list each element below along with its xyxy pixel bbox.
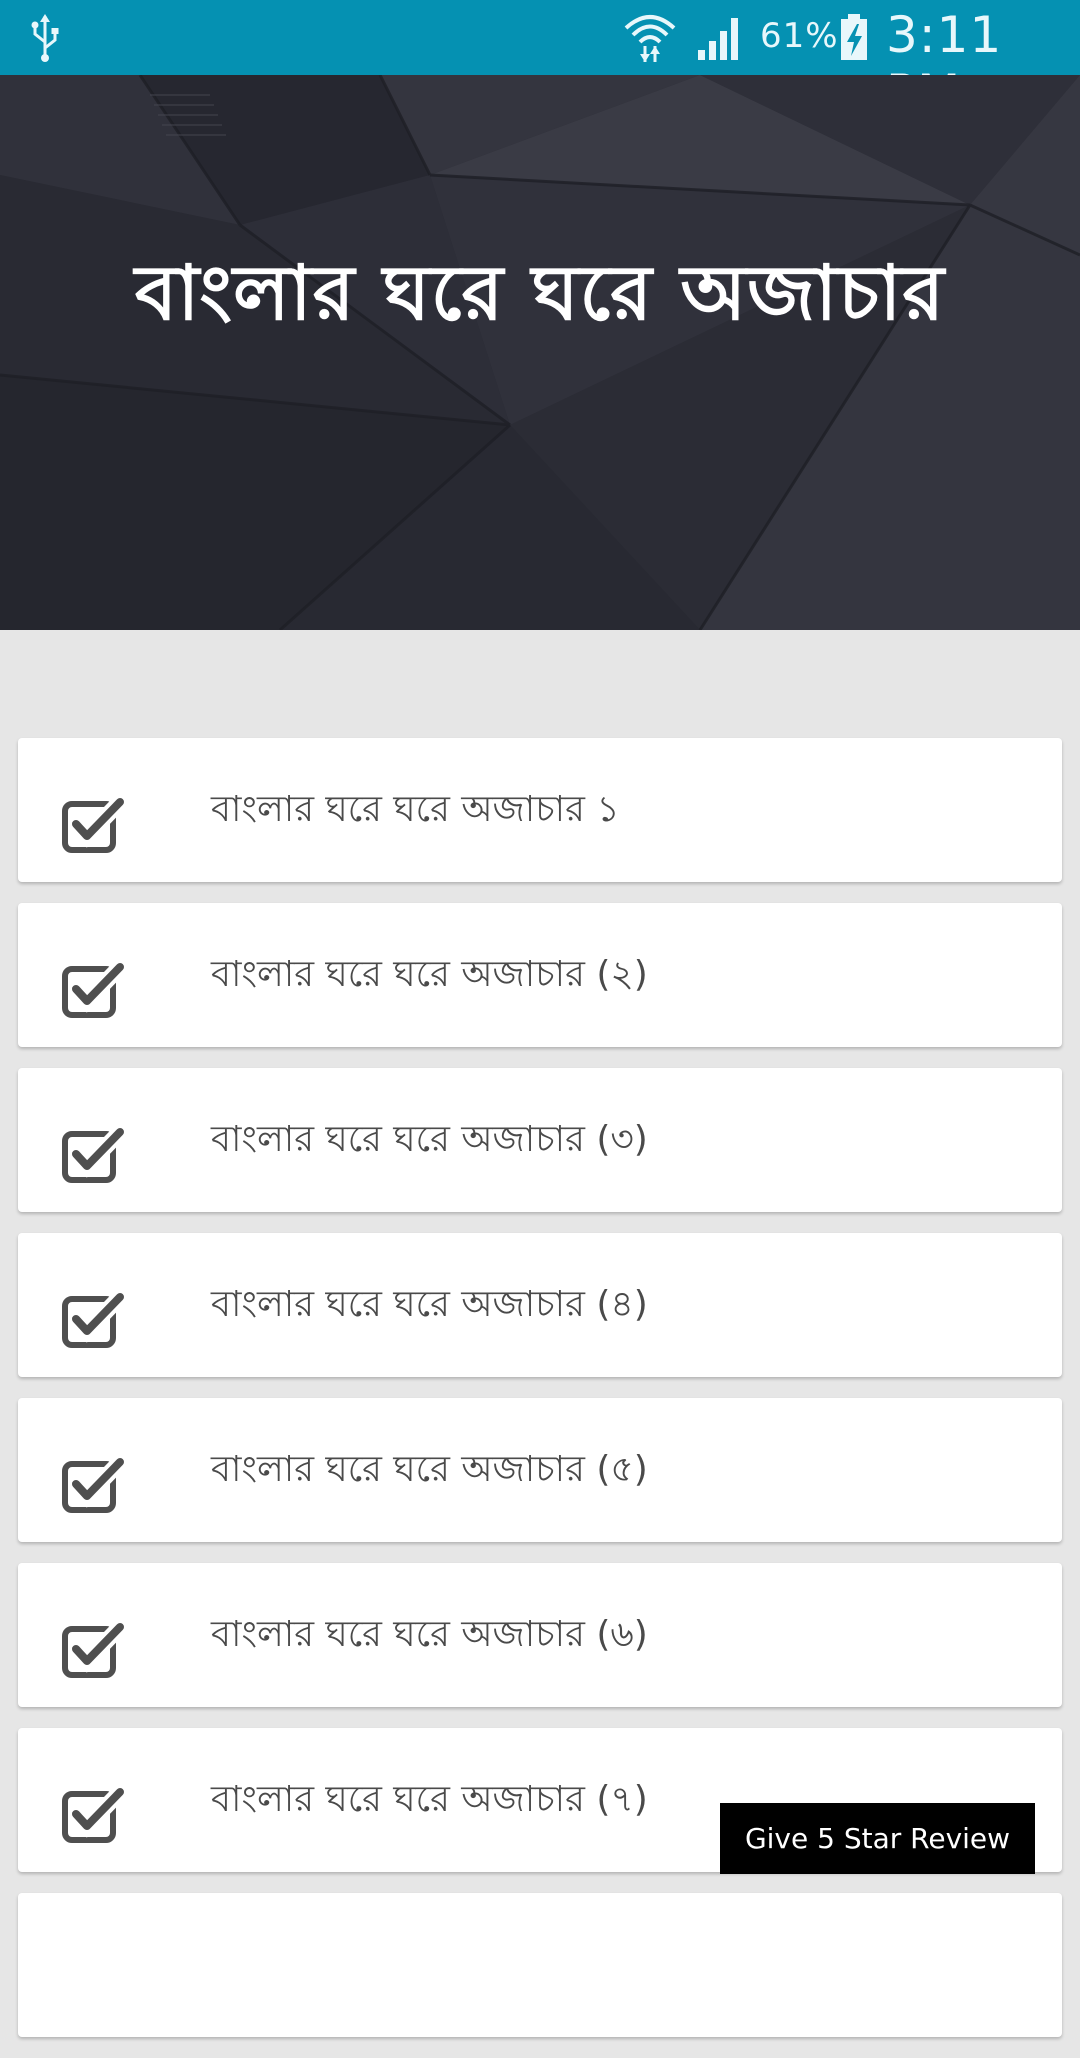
list-item-label: বাংলার ঘরে ঘরে অজাচার (৭) bbox=[211, 1779, 648, 1820]
list-item-label: বাংলার ঘরে ঘরে অজাচার ১ bbox=[211, 789, 620, 830]
checkbox-checked-icon bbox=[62, 1623, 126, 1678]
list-item[interactable]: বাংলার ঘরে ঘরে অজাচার (৬) bbox=[18, 1563, 1062, 1707]
battery-percent: 61% bbox=[760, 16, 839, 56]
list-item[interactable]: বাংলার ঘরে ঘরে অজাচার (৩) bbox=[18, 1068, 1062, 1212]
checkbox-checked-icon bbox=[62, 1128, 126, 1183]
wifi-icon bbox=[624, 15, 676, 62]
checkbox-checked-icon bbox=[62, 963, 126, 1018]
list-item-label: বাংলার ঘরে ঘরে অজাচার (৩) bbox=[211, 1119, 648, 1160]
list-item[interactable]: বাংলার ঘরে ঘরে অজাচার (৫) bbox=[18, 1398, 1062, 1542]
battery-charging-icon bbox=[841, 14, 867, 60]
usb-icon bbox=[31, 14, 59, 62]
list-item-label: বাংলার ঘরে ঘরে অজাচার (২) bbox=[211, 954, 648, 995]
list-item-label: বাংলার ঘরে ঘরে অজাচার (৫) bbox=[211, 1449, 648, 1490]
header-banner: বাংলার ঘরে ঘরে অজাচার bbox=[0, 75, 1080, 630]
checkbox-checked-icon bbox=[62, 1458, 126, 1513]
list-item-label: বাংলার ঘরে ঘরে অজাচার (৬) bbox=[211, 1614, 648, 1655]
checkbox-checked-icon bbox=[62, 798, 126, 853]
checkbox-checked-icon bbox=[62, 1293, 126, 1348]
checkbox-checked-icon bbox=[62, 1788, 126, 1843]
list-item[interactable]: বাংলার ঘরে ঘরে অজাচার ১ bbox=[18, 738, 1062, 882]
signal-icon bbox=[698, 18, 738, 60]
give-review-button[interactable]: Give 5 Star Review bbox=[720, 1803, 1035, 1874]
list-item[interactable] bbox=[18, 1893, 1062, 2037]
list-item[interactable]: বাংলার ঘরে ঘরে অজাচার (২) bbox=[18, 903, 1062, 1047]
status-bar: 61% 3:11 PM bbox=[0, 0, 1080, 122]
list-item[interactable]: বাংলার ঘরে ঘরে অজাচার (৪) bbox=[18, 1233, 1062, 1377]
page-title: বাংলার ঘরে ঘরে অজাচার bbox=[134, 248, 946, 337]
list-item-label: বাংলার ঘরে ঘরে অজাচার (৪) bbox=[211, 1284, 648, 1325]
